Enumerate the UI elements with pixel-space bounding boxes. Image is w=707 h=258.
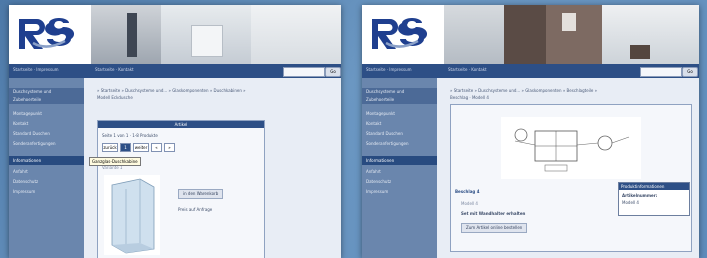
sidebar-subitem[interactable]: Datenschutz — [13, 178, 80, 186]
banner-photo — [91, 5, 161, 64]
sidebar-item[interactable]: Standard Duschen — [366, 130, 433, 138]
banner-photo-cabinet — [630, 45, 650, 59]
header-banner — [362, 5, 699, 64]
info-box-value: Modell 4 — [622, 200, 639, 205]
sidebar: Duschsysteme und Zubehoerteile Montagepu… — [362, 78, 437, 258]
breadcrumb-tail[interactable]: Beschlag · Modell 4 — [450, 95, 489, 100]
banner-photo — [251, 5, 341, 64]
product-panel: Artikel Seite 1 von 1 · 1-8 Produkte zur… — [97, 120, 265, 258]
sidebar-subitem[interactable]: Anfahrt — [13, 168, 80, 176]
sidebar: Duschsysteme und Zubehoerteile Montagepu… — [9, 78, 84, 258]
banner-photo-sink — [191, 25, 223, 57]
nav-left-links[interactable]: Startseite · Impressum — [13, 67, 59, 72]
sidebar-item[interactable]: Zubehoerteile — [362, 96, 437, 104]
main-content: » Startseite » Duschsysteme und... » Gla… — [444, 78, 699, 258]
price-text: Preis auf Anfrage — [178, 207, 213, 212]
info-box-title: Produktinformationen — [619, 183, 689, 190]
banner-photo-shelf — [127, 13, 137, 57]
screenshot-product-detail: Startseite · Impressum Startseite · Kont… — [362, 5, 699, 258]
search-input[interactable] — [640, 67, 682, 77]
page-1[interactable]: 1 — [120, 143, 131, 152]
nav-left-links[interactable]: Startseite · Impressum — [366, 67, 412, 72]
breadcrumb[interactable]: » Startseite » Duschsysteme und... » Gla… — [97, 88, 246, 93]
product-info-box: Produktinformationen Artikelnummer: Mode… — [618, 182, 690, 216]
info-box-label: Artikelnummer: — [622, 193, 658, 198]
shower-cabin-image[interactable] — [104, 175, 160, 255]
page-next[interactable]: weiter — [133, 143, 149, 152]
rs-logo — [362, 5, 444, 64]
top-nav-bar: Startseite · Impressum Startseite · Kont… — [362, 64, 699, 78]
header-banner — [9, 5, 341, 64]
nav-center-links[interactable]: Startseite · Kontakt — [448, 67, 487, 72]
tooltip: Ganzglas-Duschkabine — [89, 157, 141, 166]
rs-logo — [9, 5, 91, 64]
sidebar-subitem[interactable]: Datenschutz — [366, 178, 433, 186]
sidebar-section-head: Informationen — [9, 156, 84, 165]
breadcrumb-tail[interactable]: Modell Eckdusche — [97, 95, 133, 100]
sidebar-subitem[interactable]: Anfahrt — [366, 168, 433, 176]
top-nav-bar: Startseite · Impressum Startseite · Kont… — [9, 64, 341, 78]
sidebar-section-head: Informationen — [362, 156, 437, 165]
product-title: Beschlag 4 — [455, 189, 480, 194]
sidebar-item[interactable]: Kontakt — [13, 120, 80, 128]
sidebar-item[interactable]: Montagepunkt — [13, 110, 80, 118]
page-first[interactable]: « — [151, 143, 162, 152]
sidebar-item[interactable]: Zubehoerteile — [9, 96, 84, 104]
page-last[interactable]: » — [164, 143, 175, 152]
sidebar-item[interactable]: Montagepunkt — [366, 110, 433, 118]
sidebar-item[interactable]: Kontakt — [366, 120, 433, 128]
banner-photo — [444, 5, 504, 64]
sidebar-item[interactable]: Sonderanfertigungen — [366, 140, 433, 148]
product-bold-text: Set mit Wandhalter erhalten — [461, 211, 526, 216]
search-input[interactable] — [283, 67, 325, 77]
sidebar-item[interactable]: Duschsysteme und — [9, 88, 84, 96]
breadcrumb[interactable]: » Startseite » Duschsysteme und... » Gla… — [450, 88, 597, 93]
sidebar-subitem[interactable]: Impressum — [366, 188, 433, 196]
screenshot-product-list: Startseite · Impressum Startseite · Kont… — [9, 5, 341, 258]
search-go-button[interactable]: Go — [325, 67, 341, 77]
add-to-cart-button[interactable]: in den Warenkorb — [178, 189, 224, 199]
order-online-button[interactable]: Zum Artikel online bestellen — [461, 223, 528, 233]
sidebar-item[interactable]: Sonderanfertigungen — [13, 140, 80, 148]
banner-photo-wood — [504, 5, 546, 64]
page-prev[interactable]: zurück — [102, 143, 118, 152]
sidebar-subitem[interactable]: Impressum — [13, 188, 80, 196]
banner-photo-window — [562, 13, 576, 31]
results-count: Seite 1 von 1 · 1-8 Produkte — [102, 133, 158, 138]
product-subtitle: Modell 4 — [461, 201, 478, 206]
sidebar-item[interactable]: Duschsysteme und — [362, 88, 437, 96]
search-go-button[interactable]: Go — [682, 67, 698, 77]
panel-title: Artikel — [98, 121, 264, 128]
fitting-diagram-image[interactable] — [501, 117, 641, 179]
nav-center-links[interactable]: Startseite · Kontakt — [95, 67, 134, 72]
main-content: » Startseite » Duschsysteme und... » Gla… — [91, 78, 341, 258]
sidebar-item[interactable]: Standard Duschen — [13, 130, 80, 138]
banner-photo — [602, 5, 699, 64]
product-detail-panel: Beschlag 4 Modell 4 Set mit Wandhalter e… — [450, 104, 692, 252]
